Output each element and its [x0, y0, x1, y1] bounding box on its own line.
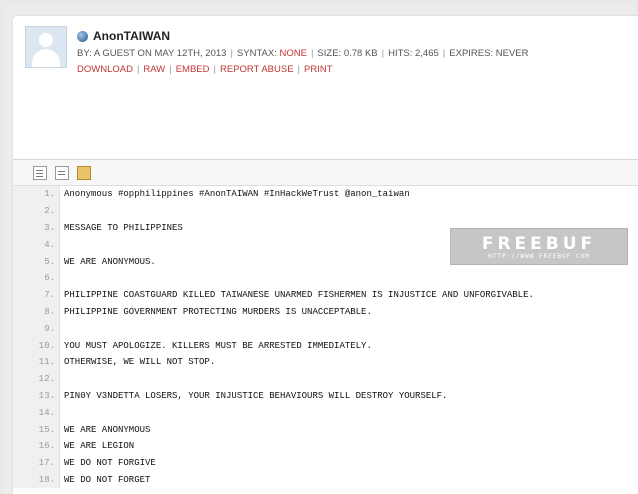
line-text: PHILIPPINE GOVERNMENT PROTECTING MURDERS… — [64, 306, 372, 317]
code-line: 12. — [13, 370, 638, 388]
paste-hits: HITS: 2,465 — [388, 48, 439, 59]
line-number: 9. — [13, 320, 60, 338]
line-number: 17. — [13, 454, 60, 472]
watermark-title: FREEBUF — [481, 233, 597, 254]
code-line: 2. — [13, 202, 638, 220]
paste-author-date: BY: A GUEST ON MAY 12TH, 2013 — [77, 48, 227, 59]
paste-header: AnonTAIWAN BY: A GUEST ON MAY 12TH, 2013… — [25, 26, 625, 86]
code-line: 11. OTHERWISE, WE WILL NOT STOP. — [13, 353, 638, 371]
line-text: WE ARE LEGION — [64, 441, 135, 452]
code-line: 15. WE ARE ANONYMOUS — [13, 421, 638, 438]
line-number: 8. — [13, 303, 60, 321]
line-number: 10. — [13, 337, 60, 354]
line-number: 5. — [13, 253, 60, 270]
code-line: 18. WE DO NOT FORGET — [13, 471, 638, 489]
embed-link[interactable]: EMBED — [176, 64, 210, 75]
syntax-label: SYNTAX: — [236, 48, 277, 59]
code-line: 16. WE ARE LEGION — [13, 437, 638, 455]
line-text: PHILIPPINE COASTGUARD KILLED TAIWANESE U… — [64, 290, 534, 301]
code-line: 17. WE DO NOT FORGIVE — [13, 454, 638, 472]
code-line: 1. Anonymous #opphilippines #AnonTAIWAN #… — [13, 186, 638, 203]
line-number: 7. — [13, 286, 60, 304]
line-number: 6. — [13, 269, 60, 287]
code-line: 9. — [13, 320, 638, 338]
line-text: WE DO NOT FORGET — [64, 474, 151, 485]
line-number: 14. — [13, 404, 60, 422]
user-avatar — [25, 26, 67, 68]
line-numbers-icon[interactable] — [33, 166, 47, 180]
watermark-url: HTTP://WWW.FREEBUF.COM — [488, 252, 590, 260]
code-line: 13. PIN0Y V3NDETTA LOSERS, YOUR INJUSTICE… — [13, 387, 638, 405]
line-number: 4. — [13, 236, 60, 254]
code-line: 8. PHILIPPINE GOVERNMENT PROTECTING MURDE… — [13, 303, 638, 321]
raw-link[interactable]: RAW — [143, 64, 165, 75]
print-link[interactable]: PRINT — [304, 64, 333, 75]
globe-icon — [77, 30, 88, 42]
line-number: 2. — [13, 202, 60, 220]
paste-title: AnonTAIWAN — [93, 29, 171, 43]
code-line: 10. YOU MUST APOLOGIZE. KILLERS MUST BE A… — [13, 337, 638, 354]
paste-info: BY: A GUEST ON MAY 12TH, 2013 | SYNTAX: NO… — [77, 48, 529, 59]
line-number: 16. — [13, 437, 60, 455]
line-text: WE ARE ANONYMOUS — [64, 424, 151, 435]
code-toolbar — [13, 160, 638, 186]
copy-icon[interactable] — [77, 166, 91, 180]
line-number: 12. — [13, 370, 60, 388]
line-text: PIN0Y V3NDETTA LOSERS, YOUR INJUSTICE BE… — [64, 390, 448, 401]
line-text: WE DO NOT FORGIVE — [64, 458, 156, 469]
report-abuse-link[interactable]: REPORT ABUSE — [220, 64, 294, 75]
line-number: 13. — [13, 387, 60, 405]
paste-size: SIZE: 0.78 KB — [317, 48, 378, 59]
line-number: 18. — [13, 471, 60, 489]
code-box: 1. Anonymous #opphilippines #AnonTAIWAN #… — [13, 159, 638, 494]
line-text: MESSAGE TO PHILIPPINES — [64, 222, 183, 233]
download-link[interactable]: DOWNLOAD — [77, 64, 133, 75]
code-line: 7. PHILIPPINE COASTGUARD KILLED TAIWANESE… — [13, 286, 638, 304]
syntax-link[interactable]: NONE — [280, 48, 307, 59]
code-line: 6. — [13, 269, 638, 287]
code-line: 14. — [13, 404, 638, 422]
paste-actions: DOWNLOAD | RAW | EMBED | REPORT ABUSE | PRINT — [77, 64, 333, 75]
line-number: 15. — [13, 421, 60, 438]
title-row: AnonTAIWAN — [77, 28, 170, 44]
line-text: OTHERWISE, WE WILL NOT STOP. — [64, 357, 216, 368]
line-text: YOU MUST APOLOGIZE. KILLERS MUST BE ARRE… — [64, 340, 372, 351]
line-number: 11. — [13, 353, 60, 371]
line-number: 3. — [13, 219, 60, 237]
line-text: Anonymous #opphilippines #AnonTAIWAN #In… — [64, 189, 410, 200]
line-number: 1. — [13, 186, 60, 203]
freebuf-watermark: FREEBUF HTTP://WWW.FREEBUF.COM — [450, 228, 628, 265]
plain-text-icon[interactable] — [55, 166, 69, 180]
line-text: WE ARE ANONYMOUS. — [64, 256, 156, 267]
paste-expires: EXPIRES: NEVER — [449, 48, 529, 59]
